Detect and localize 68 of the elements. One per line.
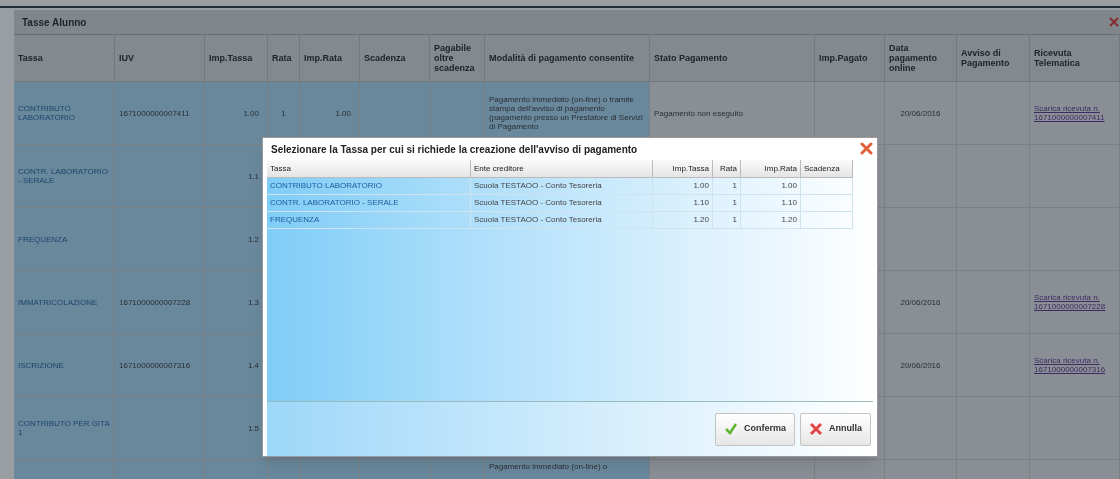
column-header: Imp.Rata [304, 53, 342, 63]
confirm-button[interactable]: Conferma [715, 412, 795, 446]
table-cell: 1671000000007316 [115, 334, 205, 397]
receipt-link[interactable]: Scarica ricevuta n. 1671000000007411 [1034, 104, 1115, 122]
table-cell: 1.00 [205, 82, 268, 145]
column-header: Data pagamento online [889, 43, 938, 73]
column-header: Stato Pagamento [654, 53, 728, 63]
table-cell: Scuola TESTAOO - Conto Tesoreria [471, 212, 653, 229]
column-header: Modalità di pagamento consentite [489, 53, 634, 63]
table-cell: Scuola TESTAOO - Conto Tesoreria [471, 195, 653, 212]
table-cell: CONTRIBUTO LABORATORIO [14, 82, 115, 145]
table-cell: Scuola TESTAOO - Conto Tesoreria [471, 178, 653, 195]
table-cell: 1 [713, 178, 741, 195]
tax-option[interactable]: CONTR. LABORATORIO - SERALE [267, 195, 471, 212]
column-header: Ricevuta Telematica [1034, 48, 1081, 68]
table-cell: 1.20 [653, 212, 713, 229]
table-cell [268, 460, 300, 479]
column-header[interactable]: Scadenza [801, 160, 853, 178]
column-header: Avviso di Pagamento [961, 48, 1011, 68]
table-cell: 20/06/2016 [885, 334, 957, 397]
tax-option[interactable]: CONTRIBUTO LABORATORIO [267, 178, 471, 195]
dialog-title: Selezionare la Tassa per cui si richiede la creazione dell'avviso di pagamento [271, 142, 638, 157]
table-cell: 1.00 [653, 178, 713, 195]
column-header: Tassa [18, 53, 43, 63]
table-cell: FREQUENZA [14, 208, 115, 271]
table-cell [801, 212, 853, 229]
table-cell: CONTRIBUTO PER GITA 1 [14, 397, 115, 460]
column-header: Pagabile oltre scadenza [434, 43, 476, 73]
check-icon [724, 422, 738, 436]
table-cell [801, 195, 853, 212]
table-cell: 1 [713, 195, 741, 212]
table-cell: IMMATRICOLAZIONE [14, 271, 115, 334]
close-icon[interactable] [1109, 17, 1119, 27]
cancel-button[interactable]: Annulla [800, 412, 871, 446]
table-cell [360, 460, 430, 479]
table-cell [205, 460, 268, 479]
column-header[interactable]: Imp.Tassa [653, 160, 713, 178]
column-header[interactable]: Ente creditore [471, 160, 653, 178]
column-header: Rata [272, 53, 292, 63]
tax-option[interactable]: FREQUENZA [267, 212, 471, 229]
column-header[interactable]: Rata [713, 160, 741, 178]
column-header: Imp.Pagato [819, 53, 868, 63]
table-cell: 1.10 [741, 195, 801, 212]
table-cell: CONTR. LABORATORIO - SERALE [14, 145, 115, 208]
table-cell: 20/06/2016 [885, 271, 957, 334]
column-header: IUV [119, 53, 134, 63]
window-title: Tasse Alunno [22, 15, 87, 30]
table-cell: 1.20 [741, 212, 801, 229]
table-cell [430, 460, 485, 479]
receipt-link[interactable]: Scarica ricevuta n. 1671000000007228 [1034, 293, 1115, 311]
table-cell: ISCRIZIONE [14, 334, 115, 397]
table-cell [801, 178, 853, 195]
column-header: Imp.Tassa [209, 53, 253, 63]
column-header[interactable]: Tassa [267, 160, 471, 178]
close-icon[interactable] [860, 142, 873, 155]
x-icon [809, 422, 823, 436]
table-cell: 1 [713, 212, 741, 229]
table-cell: 20/06/2016 [885, 82, 957, 145]
table-cell: 1.10 [653, 195, 713, 212]
table-cell: Pagamento immediato (on-line) o [485, 460, 650, 479]
table-cell: 1671000000007411 [115, 82, 205, 145]
column-header[interactable]: Imp.Rata [741, 160, 801, 178]
table-cell: 1.5 [205, 397, 268, 460]
table-cell: 1.00 [741, 178, 801, 195]
column-header: Scadenza [364, 53, 406, 63]
table-cell: 1671000000007228 [115, 271, 205, 334]
receipt-link[interactable]: Scarica ricevuta n. 1671000000007316 [1034, 356, 1115, 374]
table-cell [300, 460, 360, 479]
